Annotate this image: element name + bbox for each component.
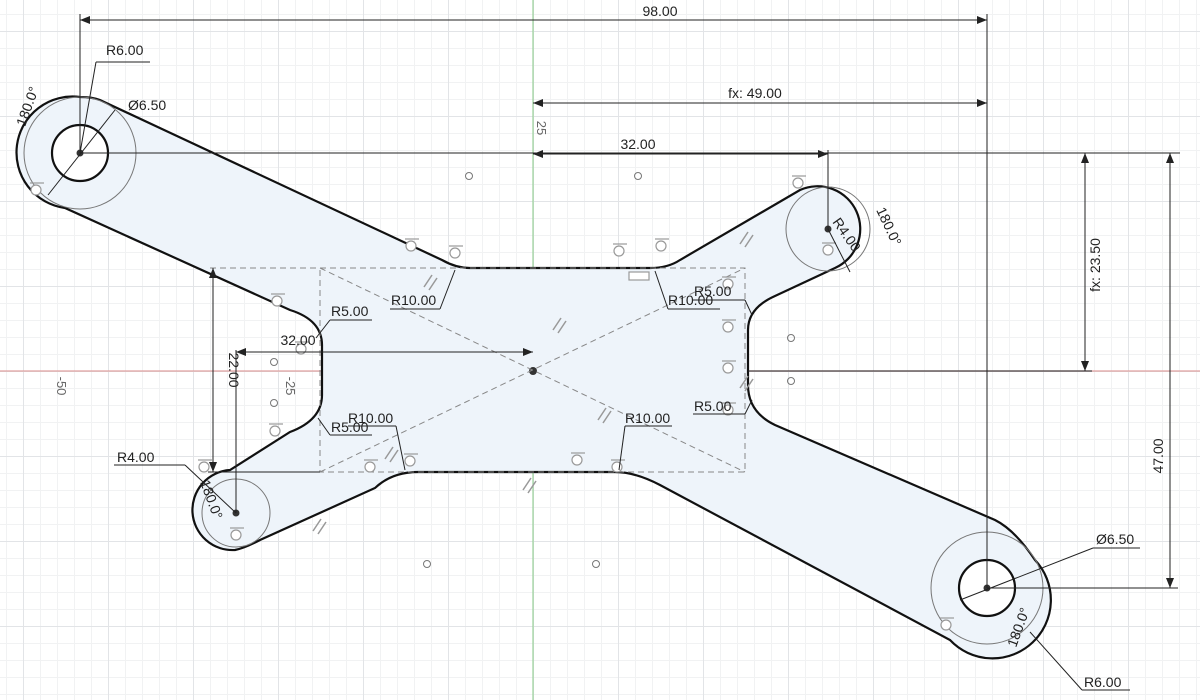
dia-top-label[interactable]: Ø6.50 xyxy=(128,97,166,113)
point-marker[interactable] xyxy=(423,560,431,568)
dim-47-arrow-top xyxy=(1166,153,1174,163)
r6-bottom-leader xyxy=(1029,631,1083,691)
dia-bottom-label[interactable]: Ø6.50 xyxy=(1096,531,1134,547)
r5-bottom-left-label[interactable]: R5.00 xyxy=(331,419,369,435)
sketch-drawing[interactable]: 98.00 fx: 49.00 32.00 fx: 23.50 47.00 32… xyxy=(0,0,1200,700)
dim-22-label[interactable]: 22.00 xyxy=(226,352,242,387)
dim-23-label[interactable]: fx: 23.50 xyxy=(1087,238,1103,292)
horizontal-constraint-icon[interactable] xyxy=(628,271,650,281)
r6-top-label[interactable]: R6.00 xyxy=(106,42,144,58)
tangent-constraint-icon[interactable] xyxy=(655,238,669,252)
point-marker[interactable] xyxy=(787,334,795,342)
dim-49-label[interactable]: fx: 49.00 xyxy=(728,85,782,101)
angle-right-label[interactable]: 180.0° xyxy=(873,205,905,249)
axis-label-y25: 25 xyxy=(534,121,549,135)
point-marker[interactable] xyxy=(465,172,473,180)
point-marker[interactable] xyxy=(787,377,795,385)
dim-49-arrow-left xyxy=(533,99,543,107)
dim-47-label[interactable]: 47.00 xyxy=(1150,438,1166,473)
r6-bottom-label[interactable]: R6.00 xyxy=(1084,674,1122,690)
axis-label-x-neg50: -50 xyxy=(54,377,69,396)
tangent-constraint-icon[interactable] xyxy=(613,243,627,257)
dim-49-arrow-right xyxy=(977,99,987,107)
point-marker[interactable] xyxy=(270,358,278,366)
dim-32l-label[interactable]: 32.00 xyxy=(280,332,315,348)
tangent-constraint-icon[interactable] xyxy=(792,175,806,189)
point-marker[interactable] xyxy=(270,399,278,407)
dim-98-arrow-right xyxy=(977,16,987,24)
r5-bottom-right-label[interactable]: R5.00 xyxy=(694,398,732,414)
dim-32-arrow-right xyxy=(818,150,828,158)
r5-top-left-label[interactable]: R5.00 xyxy=(331,303,369,319)
sketch-canvas[interactable]: 98.00 fx: 49.00 32.00 fx: 23.50 47.00 32… xyxy=(0,0,1200,700)
tangent-constraint-icon[interactable] xyxy=(198,459,212,473)
part-profile[interactable] xyxy=(15,95,1052,660)
dim-47-arrow-bottom xyxy=(1166,578,1174,588)
dim-32-arrow-left xyxy=(533,150,543,158)
tangent-constraint-icon[interactable] xyxy=(269,423,283,437)
dim-98-arrow-left xyxy=(80,16,90,24)
dim-32-label[interactable]: 32.00 xyxy=(620,136,655,152)
r4-left-label[interactable]: R4.00 xyxy=(117,449,155,465)
dim-98-label[interactable]: 98.00 xyxy=(642,3,677,19)
parallel-constraint-icon[interactable] xyxy=(312,518,327,535)
parallel-constraint-icon[interactable] xyxy=(522,477,537,494)
axis-label-x-neg25: -25 xyxy=(283,377,298,396)
dim-22-arrow-bottom xyxy=(209,462,217,472)
r10-bottom-right-label[interactable]: R10.00 xyxy=(625,410,670,426)
r10-top-left-label[interactable]: R10.00 xyxy=(391,292,436,308)
point-marker[interactable] xyxy=(634,172,642,180)
dim-23-arrow-bottom xyxy=(1081,361,1089,371)
point-marker[interactable] xyxy=(592,560,600,568)
dim-23-arrow-top xyxy=(1081,153,1089,163)
r5-top-right-label[interactable]: R5.00 xyxy=(694,283,732,299)
tangent-constraint-icon[interactable] xyxy=(449,245,463,259)
